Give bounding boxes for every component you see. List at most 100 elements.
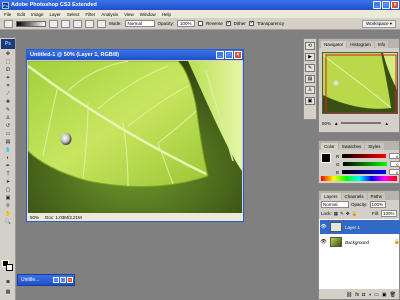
blur-tool-icon[interactable]: 💧 <box>1 146 15 153</box>
type-tool-icon[interactable]: T <box>1 170 15 177</box>
min-restore-button[interactable]: □ <box>53 277 59 283</box>
menu-filter[interactable]: Filter <box>85 12 95 17</box>
minimized-document-window[interactable]: Untitle... □ □ × <box>17 274 75 286</box>
eyedropper-tool-icon[interactable]: ⚲ <box>1 202 15 209</box>
dodge-tool-icon[interactable]: ◐ <box>1 154 15 161</box>
doc-maximize-button[interactable]: □ <box>225 51 233 59</box>
fill-input[interactable]: 100% <box>381 210 397 217</box>
linear-gradient-button[interactable] <box>49 19 58 28</box>
notes-panel-icon[interactable]: ▣ <box>305 97 315 105</box>
navigator-zoom-slider[interactable] <box>341 122 382 124</box>
shape-tool-icon[interactable]: ▢ <box>1 186 15 193</box>
tab-channels[interactable]: Channels <box>341 193 367 200</box>
layer-row-layer-1[interactable]: 👁 Layer 1 <box>320 220 400 234</box>
background-visibility-eye-icon[interactable]: 👁 <box>320 239 327 245</box>
tool-presets-panel-icon[interactable]: ▤ <box>305 75 315 83</box>
gradient-tool-icon[interactable]: ▤ <box>1 138 15 145</box>
zoom-in-icon[interactable]: ▲ <box>384 121 388 126</box>
hand-tool-icon[interactable]: ✋ <box>1 210 15 217</box>
diamond-gradient-button[interactable] <box>97 19 106 28</box>
notes-tool-icon[interactable]: ▣ <box>1 194 15 201</box>
background-color-swatch[interactable] <box>6 264 13 271</box>
lock-transparency-icon[interactable]: ▦ <box>334 211 338 217</box>
lock-pixels-icon[interactable]: ✎ <box>340 211 344 217</box>
menu-layer[interactable]: Layer <box>50 12 61 17</box>
menu-view[interactable]: View <box>124 12 134 17</box>
tab-info[interactable]: Info <box>374 41 389 48</box>
tab-navigator[interactable]: Navigator <box>321 41 347 48</box>
layer-style-icon[interactable]: fx <box>355 292 359 298</box>
tab-swatches[interactable]: Swatches <box>338 143 365 150</box>
move-tool-icon[interactable]: ✥ <box>1 50 15 57</box>
lasso-tool-icon[interactable]: ᘏ <box>1 66 15 73</box>
document-canvas[interactable] <box>28 61 242 214</box>
slice-tool-icon[interactable]: ⟋ <box>1 90 15 97</box>
history-brush-tool-icon[interactable]: ↺ <box>1 122 15 129</box>
reflected-gradient-button[interactable] <box>85 19 94 28</box>
doc-close-button[interactable]: × <box>234 51 242 59</box>
delete-layer-icon[interactable]: 🗑 <box>390 292 396 298</box>
dither-checkbox[interactable] <box>225 20 231 26</box>
quick-mask-icon[interactable]: ◙ <box>1 278 15 285</box>
menu-edit[interactable]: Edit <box>17 12 25 17</box>
red-channel-value[interactable]: 0 <box>389 153 400 159</box>
reverse-checkbox[interactable] <box>198 21 204 26</box>
clone-stamp-tool-icon[interactable]: ♙ <box>1 114 15 121</box>
color-spectrum-bar[interactable] <box>321 176 397 181</box>
actions-panel-icon[interactable]: ▶ <box>305 53 315 61</box>
screen-mode-icon[interactable]: ▦ <box>1 288 15 295</box>
navigator-preview[interactable] <box>322 52 398 114</box>
adjustment-layer-icon[interactable]: ◑ <box>368 292 371 298</box>
menu-image[interactable]: Image <box>31 12 44 17</box>
layer-mask-icon[interactable]: ◘ <box>362 292 365 298</box>
tab-styles[interactable]: Styles <box>365 143 384 150</box>
layer-visibility-eye-icon[interactable]: 👁 <box>320 224 327 230</box>
magic-wand-tool-icon[interactable]: ✦ <box>1 74 15 81</box>
green-channel-slider[interactable] <box>342 162 387 166</box>
blue-channel-slider[interactable] <box>342 170 387 174</box>
clone-source-panel-icon[interactable]: ♙ <box>305 86 315 94</box>
menu-help[interactable]: Help <box>162 12 171 17</box>
color-foreground-swatch[interactable] <box>321 153 331 163</box>
layer-row-background[interactable]: 👁 Background 🔒 <box>320 235 400 249</box>
tab-paths[interactable]: Paths <box>367 193 386 200</box>
transparency-checkbox[interactable] <box>248 20 254 26</box>
history-panel-icon[interactable]: ⟲ <box>305 42 315 50</box>
menu-analysis[interactable]: Analysis <box>101 12 118 17</box>
lock-position-icon[interactable]: ✥ <box>346 211 350 217</box>
zoom-tool-icon[interactable]: 🔍 <box>1 218 15 225</box>
mode-select[interactable]: Normal <box>124 20 155 27</box>
crop-tool-icon[interactable]: ⌗ <box>1 82 15 89</box>
workspace-menu[interactable]: Workspace ▾ <box>362 19 396 28</box>
tab-layers[interactable]: Layers <box>321 193 341 200</box>
blue-channel-value[interactable]: 0 <box>389 169 400 175</box>
radial-gradient-button[interactable] <box>61 19 70 28</box>
brushes-panel-icon[interactable]: ✎ <box>305 64 315 72</box>
menu-window[interactable]: Window <box>140 12 156 17</box>
tab-histogram[interactable]: Histogram <box>347 41 374 48</box>
angle-gradient-button[interactable] <box>73 19 82 28</box>
menu-file[interactable]: File <box>4 12 11 17</box>
maximize-button[interactable]: □ <box>382 1 390 9</box>
min-maximize-button[interactable]: □ <box>60 277 66 283</box>
path-selection-tool-icon[interactable]: ➤ <box>1 178 15 185</box>
layer-blend-mode-select[interactable]: Normal <box>321 201 349 208</box>
tool-preset-picker[interactable] <box>4 19 13 28</box>
gradient-swatch[interactable] <box>16 20 46 27</box>
brush-tool-icon[interactable]: ✎ <box>1 106 15 113</box>
new-layer-icon[interactable]: ▣ <box>382 292 387 298</box>
min-close-button[interactable]: × <box>67 277 73 283</box>
marquee-tool-icon[interactable]: ⬚ <box>1 58 15 65</box>
layer-opacity-input[interactable]: 100% <box>369 201 386 208</box>
opacity-input[interactable]: 100% <box>177 20 196 27</box>
navigator-zoom-value[interactable]: 50% <box>322 121 331 126</box>
tab-color[interactable]: Color <box>321 143 338 150</box>
new-group-icon[interactable]: ▭ <box>374 292 379 298</box>
close-button[interactable]: × <box>391 1 399 9</box>
lock-all-icon[interactable]: 🔒 <box>352 211 358 217</box>
doc-minimize-button[interactable]: _ <box>216 51 224 59</box>
healing-brush-tool-icon[interactable]: ✚ <box>1 98 15 105</box>
red-channel-slider[interactable] <box>342 154 387 158</box>
menu-select[interactable]: Select <box>67 12 80 17</box>
minimize-button[interactable]: _ <box>373 1 381 9</box>
